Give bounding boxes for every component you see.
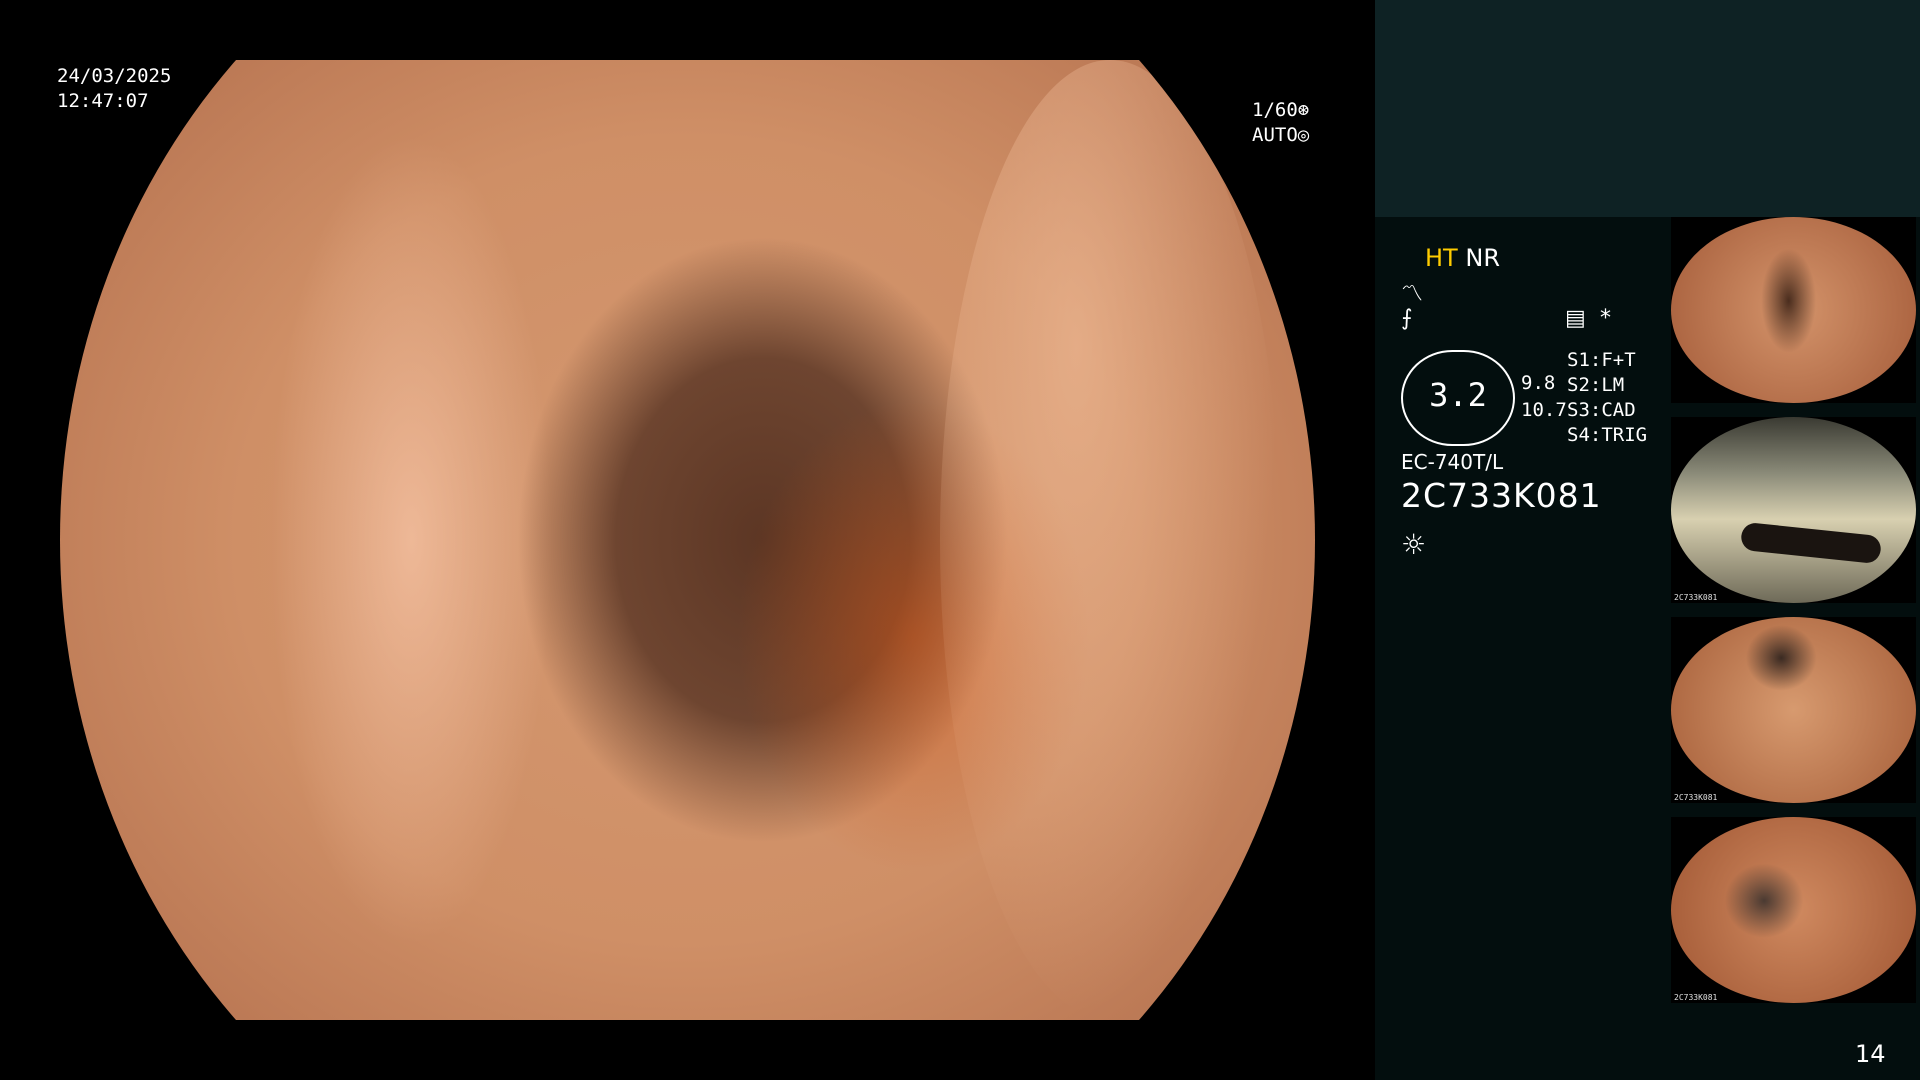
- switch-s2: S2:LM: [1567, 374, 1625, 396]
- mucosa-fold: [940, 60, 1280, 1020]
- endoscope-main-view: 24/03/2025 12:47:07 1/60⊛ AUTO◎: [0, 0, 1375, 1080]
- scope-model: EC-740T/L: [1401, 450, 1504, 474]
- osd-datetime: 24/03/2025 12:47:07: [57, 64, 171, 114]
- mode-ht: HT: [1425, 244, 1458, 272]
- thumbnail-2[interactable]: 2C733K081: [1671, 417, 1916, 603]
- thumbnail-1[interactable]: [1671, 217, 1916, 403]
- zoom-side-value-1: 9.8: [1521, 372, 1556, 394]
- scope-serial: 2C733K081: [1401, 476, 1602, 515]
- mode-indicator: HT NR: [1425, 244, 1500, 272]
- thumbnail-caption: 2C733K081: [1674, 793, 1718, 802]
- zoom-ring: 3.2: [1401, 350, 1515, 446]
- auto-exposure-icon: ◎: [1297, 124, 1310, 146]
- info-top-band: [1375, 0, 1920, 217]
- tone-curve-icon: 〽: [1401, 282, 1424, 307]
- light-icon: ☼: [1401, 528, 1427, 561]
- page-number: 14: [1855, 1040, 1886, 1068]
- endoscopy-image: [60, 60, 1315, 1020]
- zoom-side-value-2: 10.7: [1521, 399, 1567, 421]
- memo-icon: ▤: [1565, 306, 1586, 331]
- switch-settings: S1:F+T S2:LM S3:CAD S4:TRIG: [1567, 348, 1647, 448]
- mode-nr: NR: [1465, 244, 1500, 272]
- switch-s1: S1:F+T: [1567, 349, 1636, 371]
- thumbnail-caption: 2C733K081: [1674, 593, 1718, 602]
- thumbnail-image: [1671, 217, 1916, 403]
- thumbnail-3[interactable]: 2C733K081: [1671, 617, 1916, 803]
- info-side-panel: HT NR 〽 ⨍ ▤ * 3.2 9.8 10.7 S1:F+T S2:LM …: [1375, 0, 1920, 1080]
- thumbnail-image: [1671, 417, 1916, 603]
- switch-s4: S4:TRIG: [1567, 424, 1648, 446]
- thumbnail-4[interactable]: 2C733K081: [1671, 817, 1916, 1003]
- shutter-speed: 1/60: [1252, 99, 1298, 121]
- switch-s3: S3:CAD: [1567, 399, 1636, 421]
- osd-date: 24/03/2025: [57, 65, 172, 87]
- exposure-mode: AUTO: [1252, 124, 1298, 146]
- thumbnail-image: [1671, 617, 1916, 803]
- thumbnail-caption: 2C733K081: [1674, 993, 1718, 1002]
- zoom-side-values: 9.8 10.7: [1521, 370, 1567, 424]
- osd-time: 12:47:07: [57, 90, 149, 112]
- asterisk-icon: *: [1600, 306, 1611, 331]
- zoom-ring-value: 3.2: [1429, 376, 1487, 414]
- thumbnail-image: [1671, 817, 1916, 1003]
- freeze-icon: ⨍: [1401, 306, 1413, 331]
- osd-exposure: 1/60⊛ AUTO◎: [1252, 98, 1309, 148]
- aperture-icon: ⊛: [1297, 99, 1310, 121]
